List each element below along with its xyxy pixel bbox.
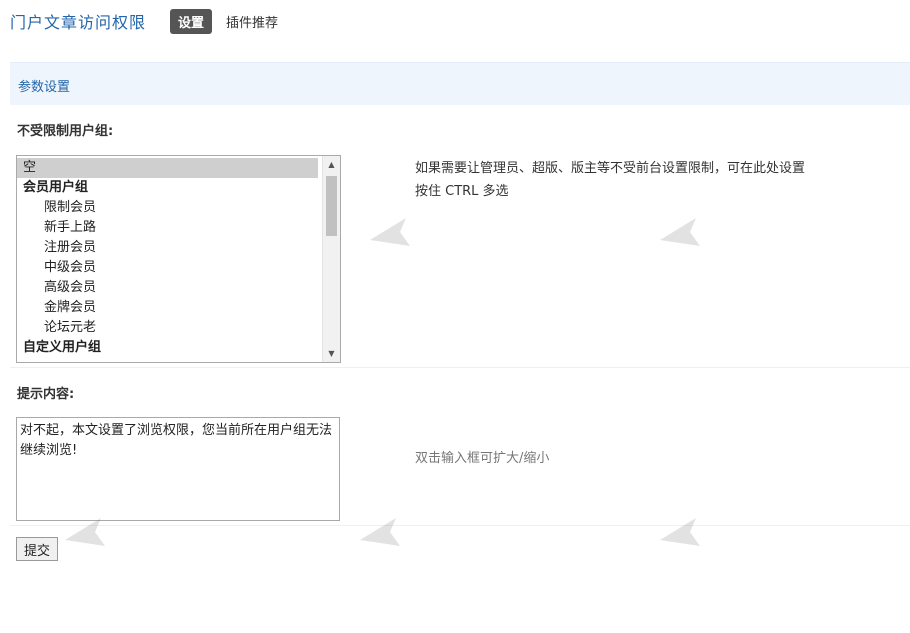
tab-settings[interactable]: 设置: [170, 8, 213, 34]
scrollbar-thumb[interactable]: [326, 176, 337, 236]
message-hint: 双击输入框可扩大/缩小: [415, 451, 550, 466]
user-groups-select[interactable]: 空 会员用户组 限制会员 新手上路 注册会员 中级会员 高级会员 金牌会员 论坛…: [16, 155, 341, 363]
groups-label: 不受限制用户组:: [17, 124, 114, 139]
page-title: 门户文章访问权限: [10, 13, 147, 32]
optgroup-member: 会员用户组: [23, 180, 89, 195]
watermark-logo-icon: [660, 218, 700, 246]
message-label: 提示内容:: [17, 387, 75, 402]
groups-description: 如果需要让管理员、超版、版主等不受前台设置限制，可在此处设置 按住 CTRL 多…: [415, 157, 805, 203]
scroll-down-arrow-icon[interactable]: ▼: [323, 345, 340, 362]
option-intermediate-member[interactable]: 中级会员: [17, 258, 318, 278]
tab-plugin-recommend[interactable]: 插件推荐: [218, 9, 286, 34]
top-bar: 门户文章访问权限 设置 插件推荐: [10, 8, 292, 34]
section-header: 参数设置: [10, 62, 910, 105]
groups-description-line1: 如果需要让管理员、超版、版主等不受前台设置限制，可在此处设置: [415, 161, 806, 176]
row-divider: [10, 525, 910, 526]
scroll-up-arrow-icon[interactable]: ▲: [323, 156, 340, 173]
option-newbie[interactable]: 新手上路: [17, 218, 318, 238]
option-gold-member[interactable]: 金牌会员: [17, 298, 318, 318]
optgroup-custom: 自定义用户组: [23, 340, 102, 355]
groups-description-line2: 按住 CTRL 多选: [415, 184, 509, 199]
option-restricted-member[interactable]: 限制会员: [17, 198, 318, 218]
option-registered-member[interactable]: 注册会员: [17, 238, 318, 258]
message-textarea[interactable]: 对不起，本文设置了浏览权限，您当前所在用户组无法继续浏览!: [16, 417, 340, 521]
row-divider: [10, 367, 910, 368]
listbox-scrollbar[interactable]: ▲ ▼: [322, 156, 340, 362]
submit-button[interactable]: 提交: [16, 537, 59, 561]
option-empty[interactable]: 空: [17, 158, 318, 178]
user-groups-options: 空 会员用户组 限制会员 新手上路 注册会员 中级会员 高级会员 金牌会员 论坛…: [17, 158, 318, 358]
watermark-logo-icon: [370, 218, 410, 246]
section-title: 参数设置: [18, 80, 71, 95]
option-forum-elder[interactable]: 论坛元老: [17, 318, 318, 338]
option-senior-member[interactable]: 高级会员: [17, 278, 318, 298]
